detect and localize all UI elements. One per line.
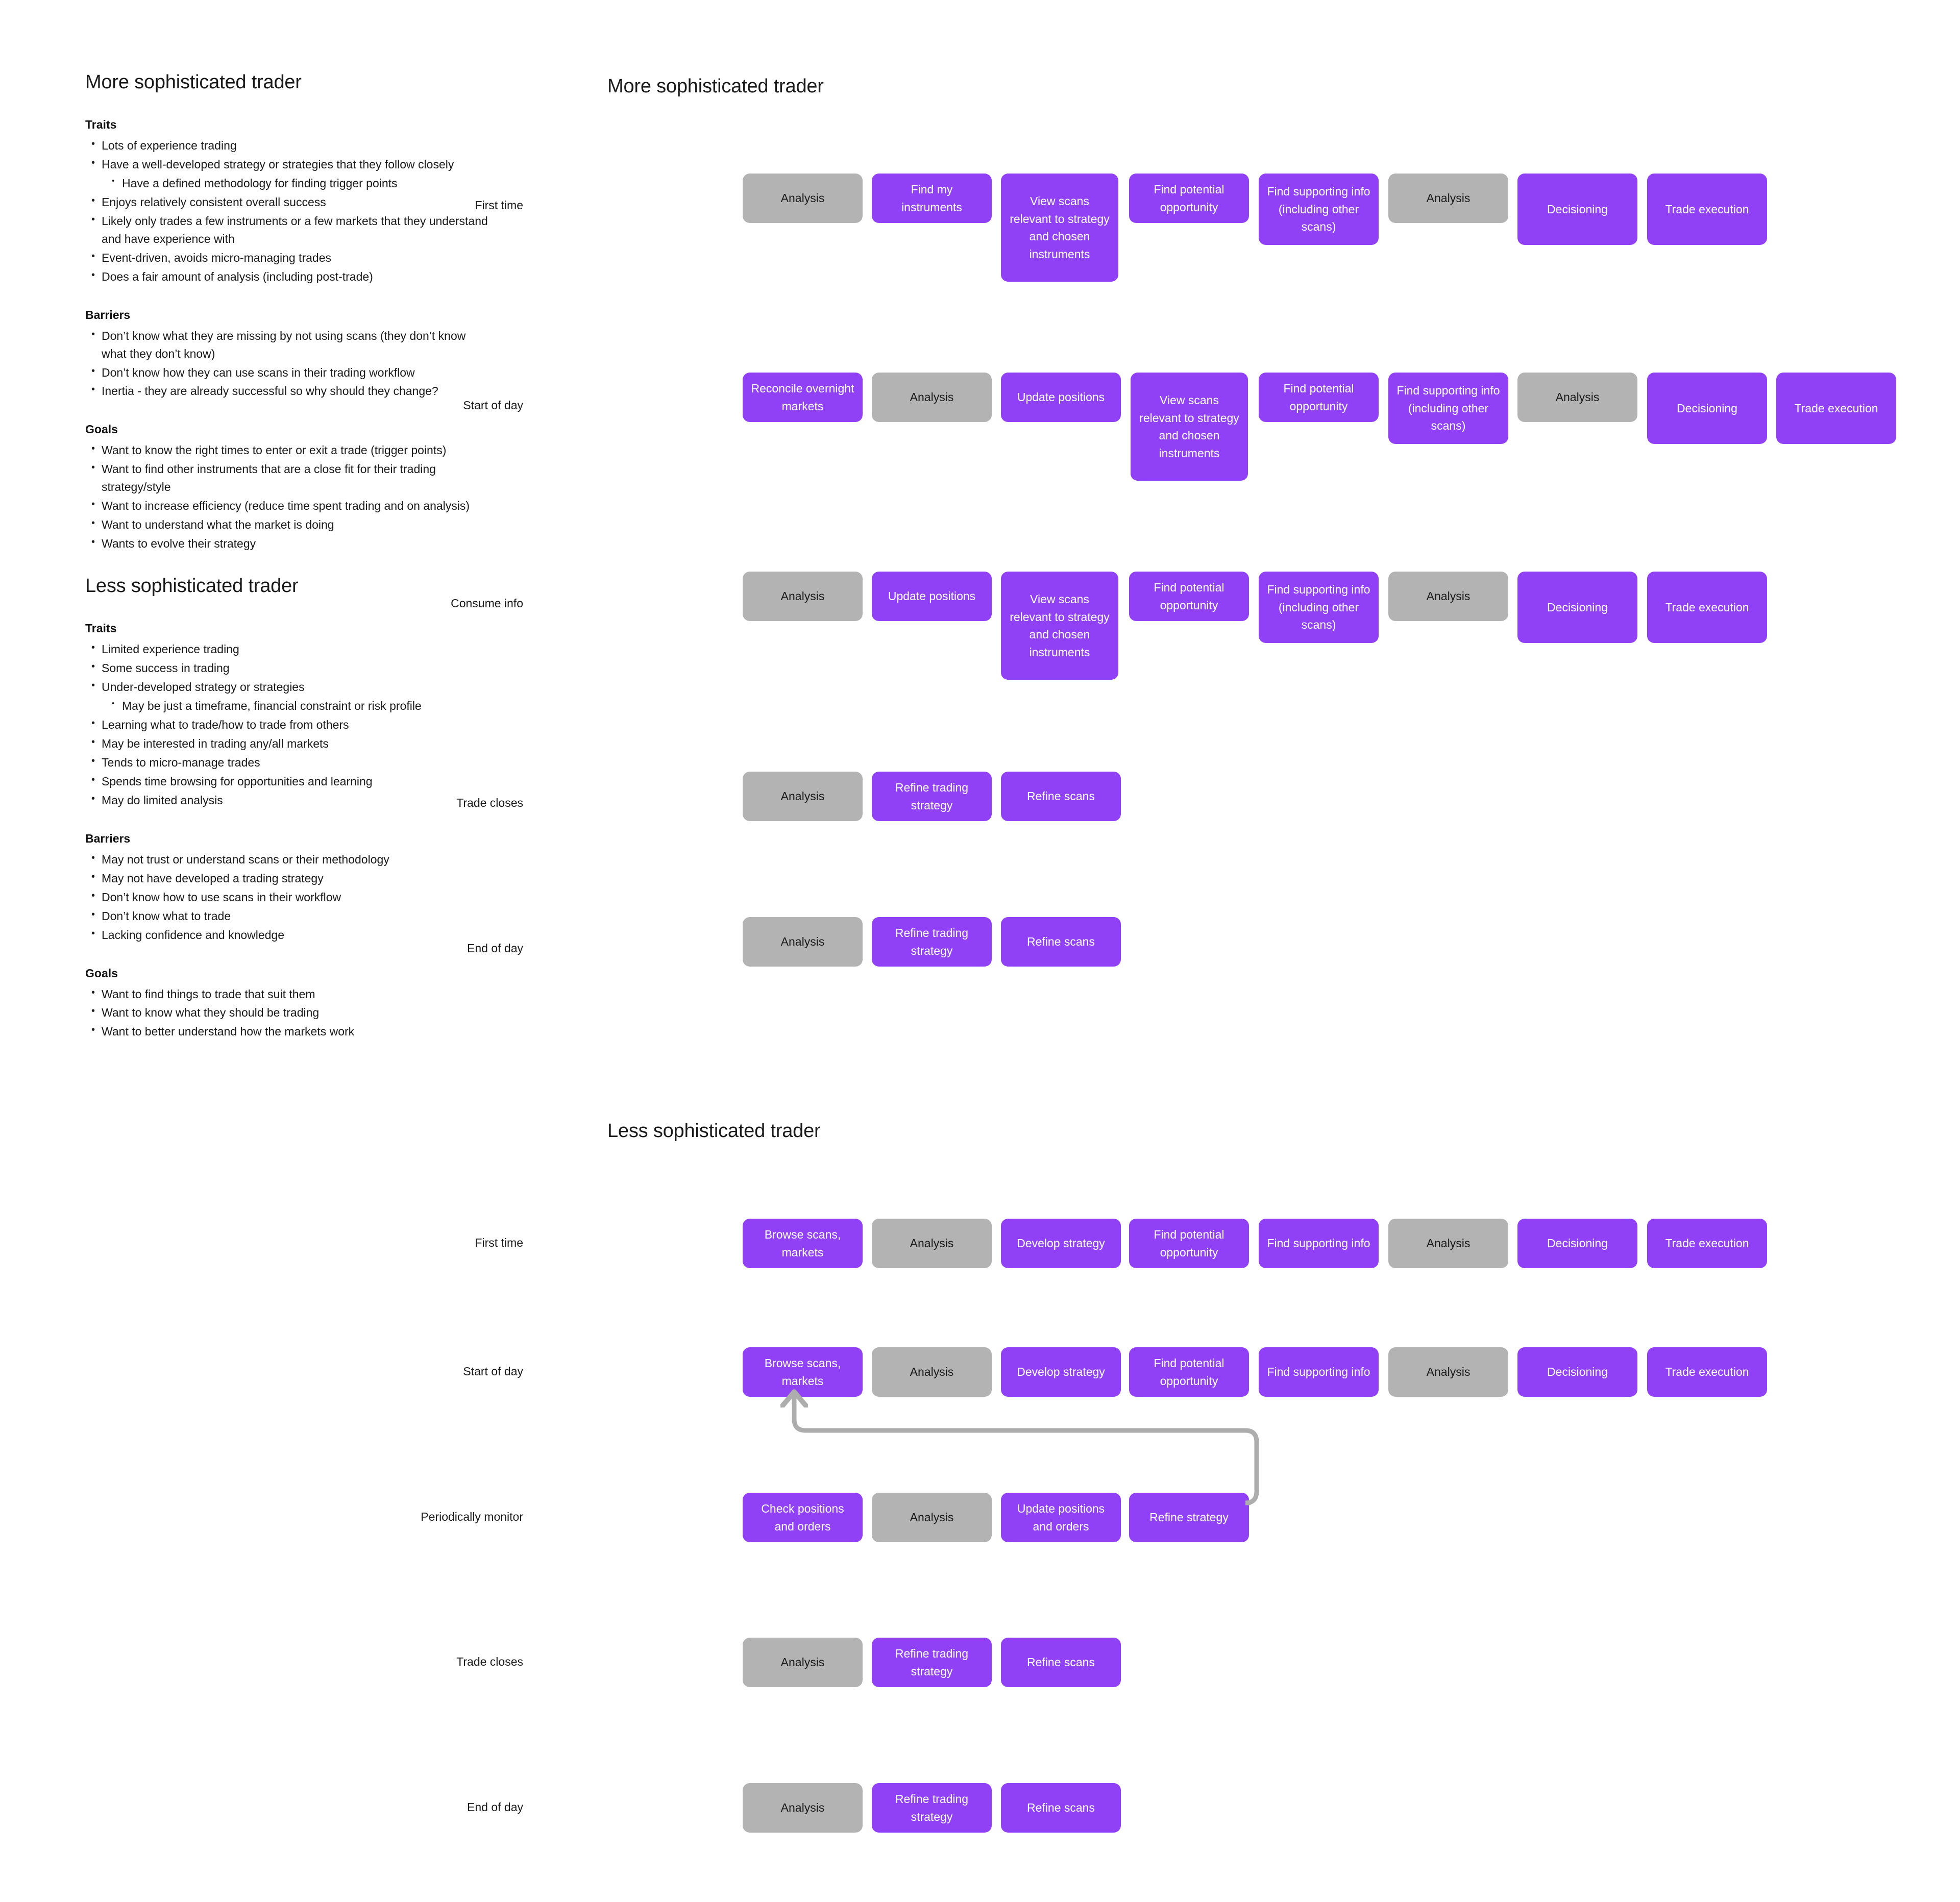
loop-connector-arrow — [0, 0, 1259, 1505]
persona-journey-board: More sophisticated traderTraitsLots of e… — [0, 0, 1960, 1902]
loop-connector-path — [794, 1393, 1259, 1505]
